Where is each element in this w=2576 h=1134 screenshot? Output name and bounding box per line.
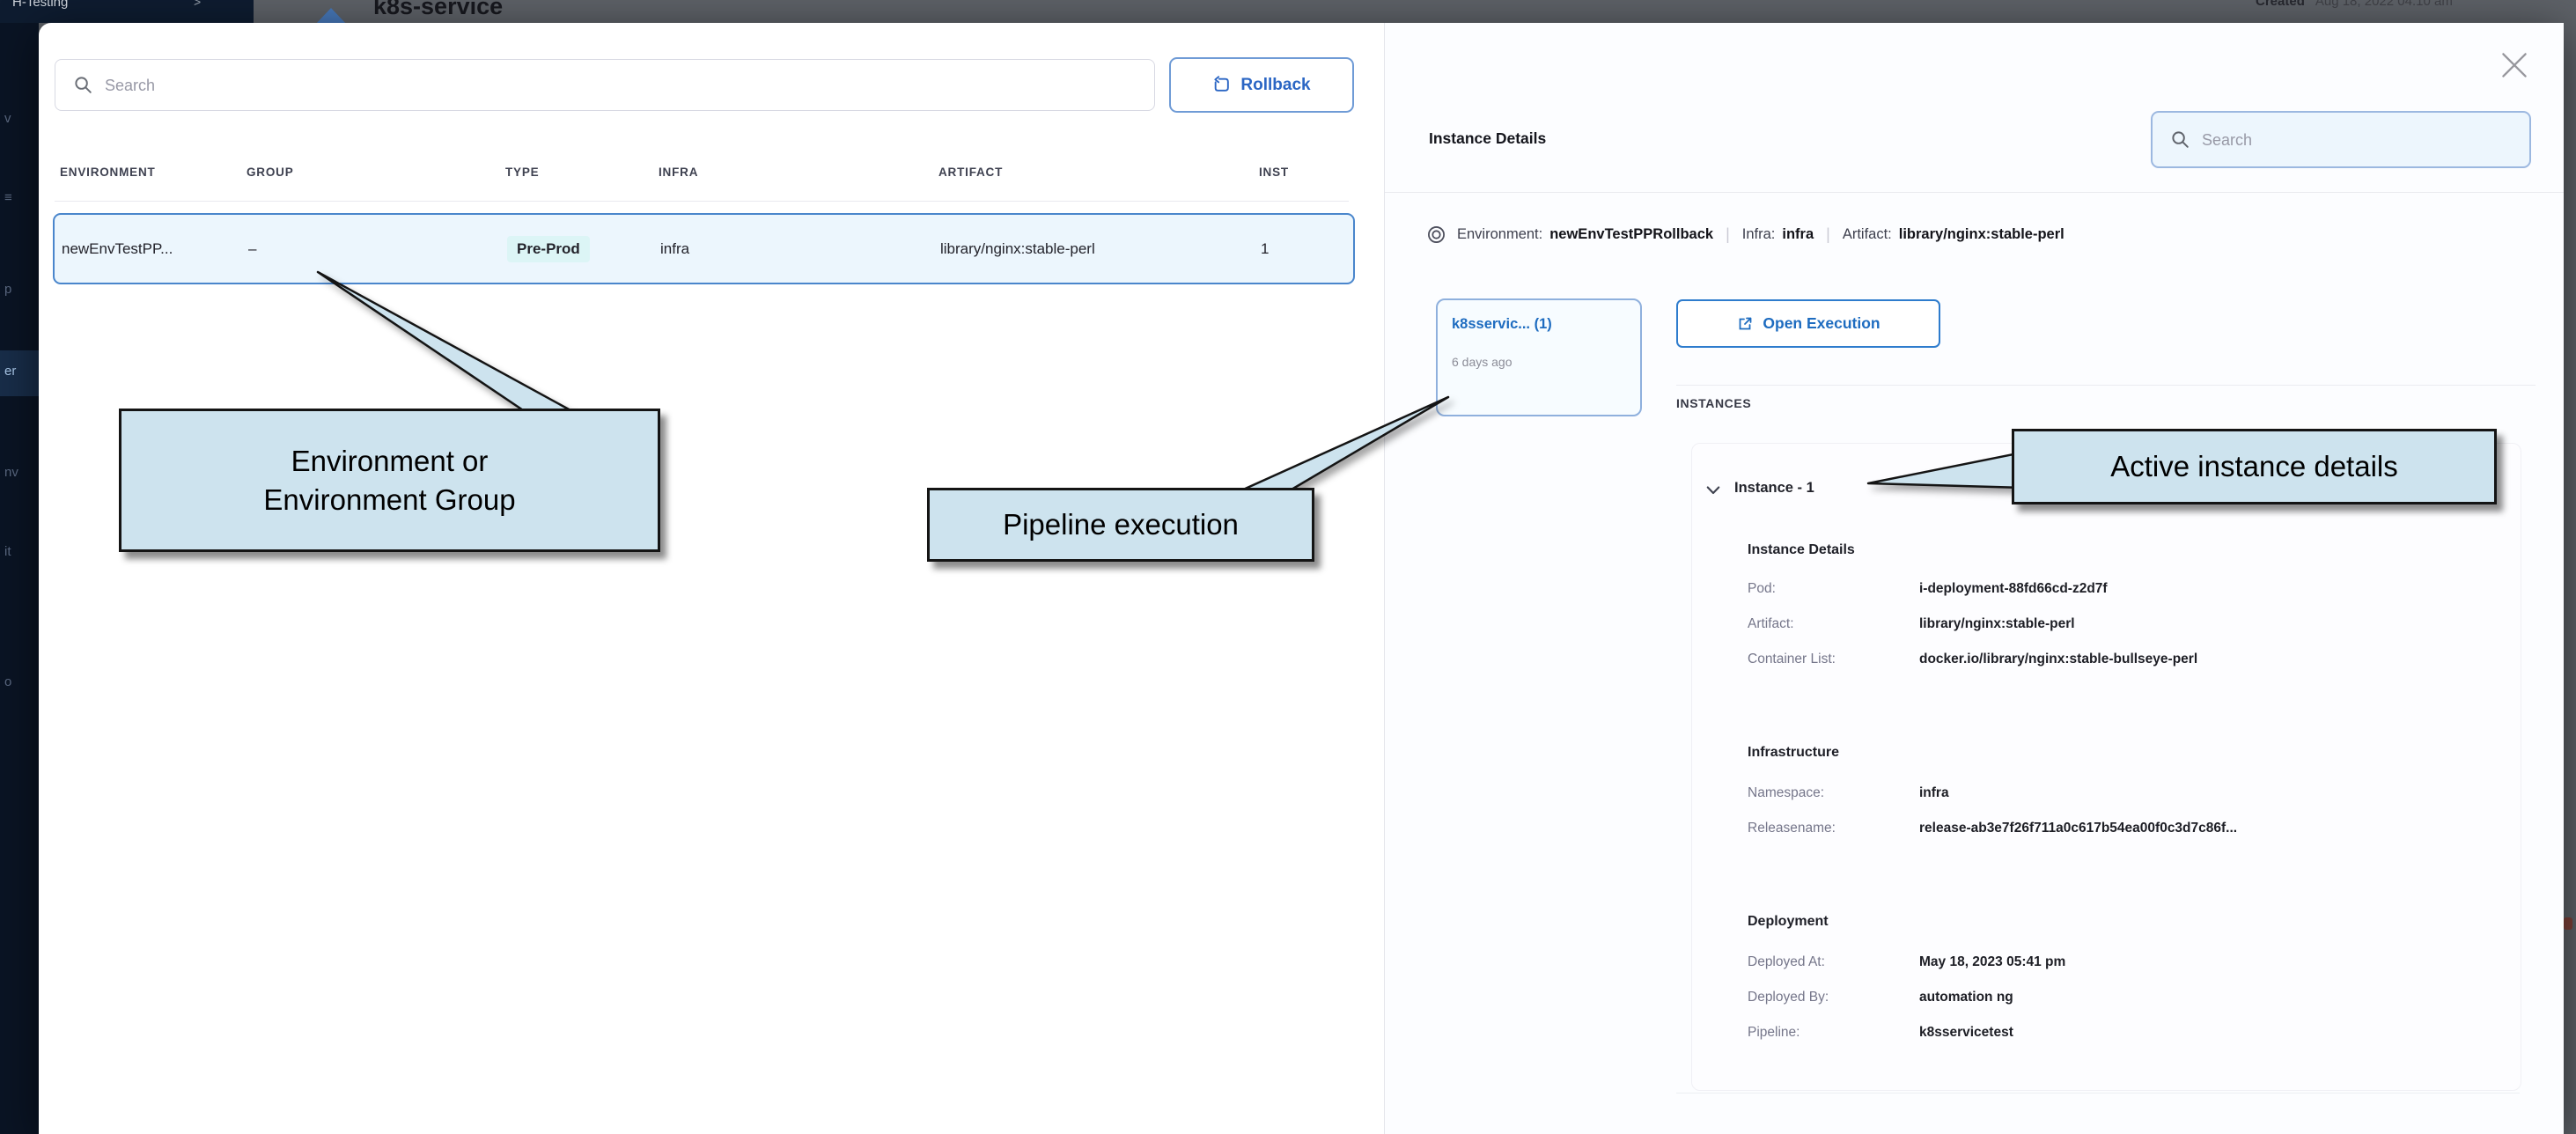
page-title: k8s-service bbox=[373, 0, 503, 20]
left-nav-sidebar: v ≡ p er nv it o bbox=[0, 23, 39, 1134]
infra-label: Infra: bbox=[1742, 226, 1776, 243]
detail-value: release-ab3e7f26f711a0c617b54ea00f0c3d7c… bbox=[1919, 821, 2237, 836]
sidebar-item-fragment: o bbox=[4, 674, 11, 689]
sidebar-item-fragment: p bbox=[4, 282, 11, 297]
search-input[interactable] bbox=[2200, 113, 2528, 168]
environment-table-row-selected[interactable]: newEnvTestPP... – Pre-Prod infra library… bbox=[53, 213, 1355, 284]
search-icon bbox=[73, 75, 94, 96]
header-breadcrumb-area: H-Testing > bbox=[0, 0, 254, 23]
col-header-type: TYPE bbox=[505, 166, 539, 179]
instances-search-field bbox=[2151, 111, 2531, 168]
cell-environment: newEnvTestPP... bbox=[62, 240, 173, 258]
detail-label: Releasename: bbox=[1748, 821, 1836, 836]
detail-value: infra bbox=[1919, 785, 1949, 801]
panel-title: Instance Details bbox=[1429, 129, 1546, 148]
cell-artifact: library/nginx:stable-perl bbox=[940, 240, 1095, 258]
detail-label: Namespace: bbox=[1748, 785, 1824, 801]
panel-divider bbox=[1384, 23, 1385, 1134]
search-input[interactable] bbox=[103, 60, 1152, 112]
cell-infra: infra bbox=[660, 240, 689, 258]
sidebar-item-fragment: it bbox=[4, 544, 11, 559]
service-hexagon-icon bbox=[313, 7, 349, 23]
execution-name: k8sservic... (1) bbox=[1452, 316, 1552, 333]
detail-value: i-deployment-88fd66cd-z2d7f bbox=[1919, 581, 2108, 597]
infra-value: infra bbox=[1782, 226, 1814, 243]
search-icon bbox=[2170, 129, 2191, 151]
instances-divider bbox=[1676, 385, 2536, 386]
panel-header-divider bbox=[1385, 192, 2564, 193]
meta-separator: | bbox=[1713, 225, 1742, 244]
col-header-artifact: ARTIFACT bbox=[938, 166, 1003, 179]
instance-toggle-label[interactable]: Instance - 1 bbox=[1734, 480, 1814, 497]
cell-inst-count: 1 bbox=[1261, 240, 1269, 258]
detail-label: Container List: bbox=[1748, 652, 1836, 667]
environment-value: newEnvTestPPRollback bbox=[1549, 226, 1713, 243]
sidebar-item-fragment: nv bbox=[4, 465, 18, 480]
execution-time-ago: 6 days ago bbox=[1452, 355, 1512, 369]
callout-active-instance: Active instance details bbox=[2012, 429, 2497, 504]
table-header-divider bbox=[55, 201, 1349, 202]
created-timestamp: Created Aug 18, 2022 04:10 am bbox=[2256, 0, 2453, 9]
breadcrumb-separator: > bbox=[194, 0, 201, 9]
artifact-label: Artifact: bbox=[1843, 226, 1892, 243]
detail-value: docker.io/library/nginx:stable-bullseye-… bbox=[1919, 652, 2197, 667]
environments-search-field bbox=[55, 59, 1155, 111]
sidebar-item-fragment: v bbox=[4, 111, 11, 126]
section-title: Infrastructure bbox=[1748, 745, 1839, 761]
created-value: Aug 18, 2022 04:10 am bbox=[2315, 0, 2453, 9]
detail-label: Deployed At: bbox=[1748, 954, 1825, 970]
deployment-meta-row: Environment: newEnvTestPPRollback | Infr… bbox=[1426, 220, 2064, 248]
screen: H-Testing > k8s-service Created Aug 18, 2… bbox=[0, 0, 2576, 1134]
detail-label: Artifact: bbox=[1748, 616, 1794, 632]
rollback-label: Rollback bbox=[1240, 76, 1310, 95]
col-header-group: GROUP bbox=[247, 166, 294, 179]
pipeline-execution-card[interactable]: k8sservic... (1) 6 days ago bbox=[1436, 298, 1642, 416]
cell-group: – bbox=[248, 240, 256, 258]
detail-value: library/nginx:stable-perl bbox=[1919, 616, 2075, 632]
chevron-down-icon[interactable] bbox=[1704, 482, 1722, 499]
col-header-infra: INFRA bbox=[659, 166, 698, 179]
detail-label: Pod: bbox=[1748, 581, 1776, 597]
created-label: Created bbox=[2256, 0, 2305, 9]
callout-pipeline-execution: Pipeline execution bbox=[927, 488, 1314, 562]
artifact-value: library/nginx:stable-perl bbox=[1899, 226, 2064, 243]
callout-environment: Environment or Environment Group bbox=[119, 409, 660, 552]
col-header-environment: ENVIRONMENT bbox=[60, 166, 156, 179]
env-type-badge: Pre-Prod bbox=[507, 236, 590, 262]
open-execution-label: Open Execution bbox=[1763, 314, 1880, 333]
page-background-edge bbox=[2564, 23, 2576, 1134]
detail-value: May 18, 2023 05:41 pm bbox=[1919, 954, 2065, 970]
close-icon[interactable] bbox=[2499, 49, 2530, 81]
col-header-inst: INST bbox=[1259, 166, 1289, 179]
app-header: H-Testing > k8s-service Created Aug 18, 2… bbox=[0, 0, 2576, 23]
detail-value: automation ng bbox=[1919, 990, 2013, 1005]
panel-bottom-divider bbox=[1676, 1093, 2520, 1094]
detail-label: Deployed By: bbox=[1748, 990, 1829, 1005]
sidebar-item-fragment: ≡ bbox=[4, 190, 12, 205]
detail-value: k8sservicetest bbox=[1919, 1025, 2013, 1041]
scroll-marker bbox=[2564, 917, 2572, 930]
environment-label: Environment: bbox=[1457, 226, 1542, 243]
environment-icon bbox=[1426, 225, 1446, 245]
open-execution-button[interactable]: Open Execution bbox=[1676, 299, 1940, 348]
section-title: Deployment bbox=[1748, 914, 1829, 930]
breadcrumb[interactable]: H-Testing bbox=[12, 0, 68, 10]
meta-separator: | bbox=[1814, 225, 1843, 244]
section-title: Instance Details bbox=[1748, 542, 1855, 558]
sidebar-item-active[interactable]: er bbox=[0, 350, 39, 396]
external-link-icon bbox=[1736, 315, 1754, 333]
instances-heading: INSTANCES bbox=[1676, 396, 1751, 410]
rollback-button[interactable]: Rollback bbox=[1169, 57, 1354, 113]
rollback-icon bbox=[1212, 76, 1231, 94]
detail-label: Pipeline: bbox=[1748, 1025, 1800, 1041]
